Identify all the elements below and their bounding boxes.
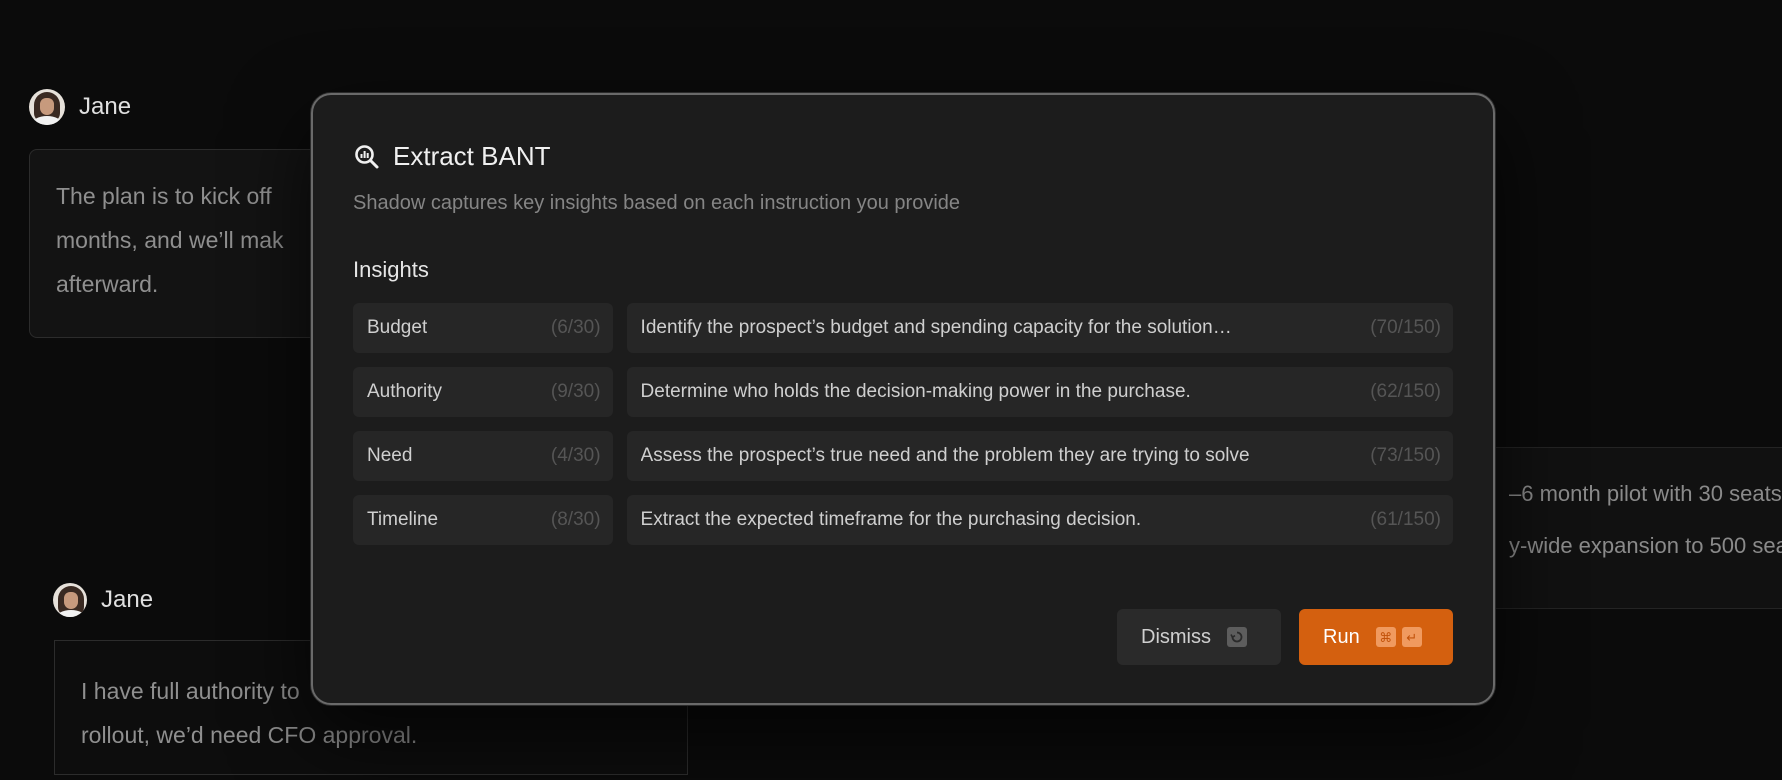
summary-line: y-wide expansion to 500 seats <box>1509 533 1782 558</box>
dialog-title: Extract BANT <box>393 141 551 171</box>
char-count: (9/30) <box>550 381 601 402</box>
insight-instruction-field[interactable]: Extract the expected timeframe for the p… <box>626 495 1453 545</box>
insight-row: Budget (6/30) Identify the prospect’s bu… <box>353 303 1453 353</box>
dialog-subtitle: Shadow captures key insights based on ea… <box>353 192 961 214</box>
dialog-actions: Dismiss Run ⌘ ↵ <box>1117 609 1453 665</box>
avatar <box>53 583 87 617</box>
dialog-header: Extract BANT <box>353 141 1453 172</box>
insight-instruction: Identify the prospect’s budget and spend… <box>640 317 1232 338</box>
message-bubble: The plan is to kick off months, and we’l… <box>29 149 359 338</box>
run-label: Run <box>1323 625 1360 648</box>
insight-name-field[interactable]: Need (4/30) <box>353 431 613 481</box>
insight-instruction-field[interactable]: Determine who holds the decision-making … <box>626 367 1453 417</box>
insights-list: Budget (6/30) Identify the prospect’s bu… <box>353 303 1453 545</box>
insight-name-field[interactable]: Authority (9/30) <box>353 367 613 417</box>
insight-row: Need (4/30) Assess the prospect’s true n… <box>353 431 1453 481</box>
message-author: Jane <box>53 583 153 617</box>
insight-instruction: Determine who holds the decision-making … <box>640 381 1191 402</box>
escape-key-icon <box>1227 627 1247 647</box>
char-count: (4/30) <box>550 445 601 466</box>
author-name: Jane <box>79 93 132 120</box>
author-name: Jane <box>101 586 154 613</box>
return-key-icon: ↵ <box>1401 627 1422 647</box>
insight-name-field[interactable]: Timeline (8/30) <box>353 495 613 545</box>
message-line: The plan is to kick off <box>56 183 272 209</box>
insight-name: Timeline <box>367 509 439 530</box>
insight-row: Timeline (8/30) Extract the expected tim… <box>353 495 1453 545</box>
search-icon <box>353 143 381 171</box>
insight-instruction: Assess the prospect’s true need and the … <box>640 445 1250 466</box>
app-canvas: Jane The plan is to kick off months, and… <box>0 0 1782 780</box>
insight-name: Budget <box>367 317 428 338</box>
dismiss-label: Dismiss <box>1141 625 1211 648</box>
message-line: rollout, we’d need CFO approval. <box>81 722 418 748</box>
insights-label: Insights <box>353 257 429 282</box>
insight-name: Authority <box>367 381 442 402</box>
summary-line: –6 month pilot with 30 seats <box>1509 481 1782 506</box>
char-count: (70/150) <box>1370 317 1441 338</box>
dismiss-button[interactable]: Dismiss <box>1117 609 1281 665</box>
insight-row: Authority (9/30) Determine who holds the… <box>353 367 1453 417</box>
insight-instruction: Extract the expected timeframe for the p… <box>640 509 1142 530</box>
extract-bant-dialog: Extract BANT Shadow captures key insight… <box>311 93 1495 705</box>
char-count: (8/30) <box>550 509 601 530</box>
insight-instruction-field[interactable]: Identify the prospect’s budget and spend… <box>626 303 1453 353</box>
command-key-icon: ⌘ <box>1375 627 1396 647</box>
char-count: (6/30) <box>550 317 601 338</box>
insight-name-field[interactable]: Budget (6/30) <box>353 303 613 353</box>
avatar <box>29 89 65 125</box>
char-count: (73/150) <box>1370 445 1441 466</box>
message-line: afterward. <box>56 271 159 297</box>
char-count: (62/150) <box>1370 381 1441 402</box>
run-button[interactable]: Run ⌘ ↵ <box>1299 609 1453 665</box>
insight-instruction-field[interactable]: Assess the prospect’s true need and the … <box>626 431 1453 481</box>
run-shortcut: ⌘ ↵ <box>1375 627 1422 647</box>
insight-name: Need <box>367 445 413 466</box>
message-line: months, and we’ll mak <box>56 227 284 253</box>
char-count: (61/150) <box>1370 509 1441 530</box>
message-author: Jane <box>29 89 131 125</box>
